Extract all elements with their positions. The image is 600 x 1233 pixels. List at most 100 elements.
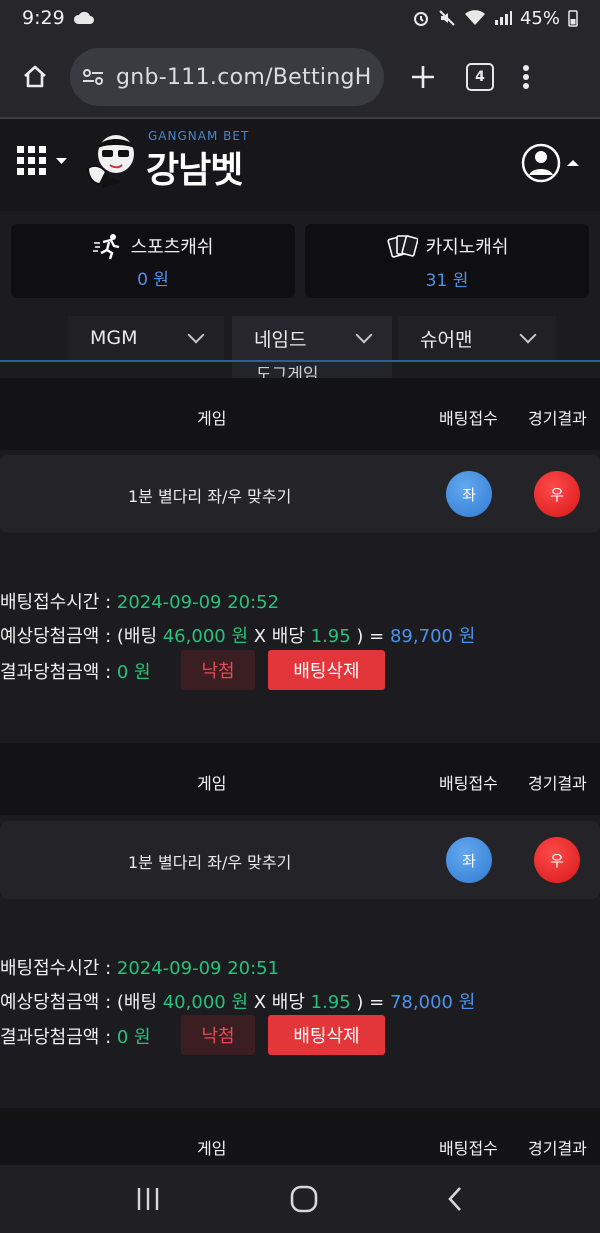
battery-percent: 45% (519, 7, 560, 29)
bet-pick-left[interactable]: 좌 (446, 471, 492, 517)
home-button[interactable] (0, 63, 70, 91)
home-icon (24, 65, 46, 88)
filter-label: MGM (90, 327, 138, 349)
browser-menu-button[interactable] (494, 64, 558, 90)
runner-icon (92, 233, 119, 259)
cloud-icon (73, 11, 94, 24)
bet-amount: 40,000 원 (162, 992, 248, 1013)
result-payout-line: 결과당첨금액 : 0 원 (0, 1023, 151, 1049)
bet-time-label: 배팅접수시간 : (0, 958, 117, 979)
delete-bet-button[interactable]: 배팅삭제 (268, 650, 385, 690)
dropdown-option-peek[interactable]: 도그게임 (232, 362, 392, 378)
sports-cash-card[interactable]: 스포츠캐쉬 0 원 (11, 224, 295, 298)
casino-cash-card[interactable]: 카지노캐쉬 31 원 (305, 224, 589, 298)
game-name: 1분 별다리 좌/우 맞추기 (128, 487, 292, 506)
payout-value: 89,700 원 (389, 626, 476, 647)
filter-select-named[interactable]: 네임드 (232, 316, 392, 360)
game-row: 1분 별다리 좌/우 맞추기 좌 우 (0, 455, 600, 533)
user-account-button[interactable] (520, 142, 582, 188)
result-label: 결과당첨금액 : (0, 662, 117, 683)
expected-label: 예상당첨금액 : (배팅 (0, 992, 163, 1013)
back-icon[interactable] (446, 1185, 466, 1213)
expected-payout-line: 예상당첨금액 : (배팅 40,000 원 X 배당 1.95 ) = 78,0… (0, 988, 475, 1014)
filter-select-sureman[interactable]: 슈어맨 (398, 316, 556, 360)
odds-value: 1.95 (310, 626, 351, 647)
mute-icon (439, 10, 455, 26)
expected-label: 예상당첨금액 : (배팅 (0, 626, 163, 647)
header-result: 경기결과 (528, 774, 587, 793)
payout-value: 78,000 원 (389, 992, 476, 1013)
lose-status-badge: 낙첨 (181, 1015, 255, 1055)
result-value: 0 원 (116, 662, 151, 683)
result-right: 우 (534, 837, 580, 883)
home-circle-icon[interactable] (289, 1184, 319, 1214)
alarm-icon (413, 12, 428, 26)
bet-time-value: 2024-09-09 20:52 (116, 592, 280, 613)
odds-label: X 배당 (248, 992, 311, 1013)
grid-menu-icon (17, 146, 67, 175)
header-game: 게임 (197, 409, 227, 428)
result-payout-line: 결과당첨금액 : 0 원 (0, 658, 151, 684)
chevron-down-icon (187, 326, 205, 344)
bet-time-line: 배팅접수시간 : 2024-09-09 20:51 (0, 954, 279, 980)
header-result: 경기결과 (528, 409, 587, 428)
filter-bar: MGM 네임드 슈어맨 (0, 316, 600, 362)
playing-cards-icon (387, 234, 418, 258)
mascot-icon (86, 135, 134, 188)
site-logo[interactable] (84, 130, 144, 190)
header-betting: 배팅접수 (439, 774, 498, 793)
chevron-down-icon (519, 326, 537, 344)
expected-payout-line: 예상당첨금액 : (배팅 46,000 원 X 배당 1.95 ) = 89,7… (0, 622, 475, 648)
odds-label: X 배당 (248, 626, 311, 647)
header-result: 경기결과 (528, 1139, 587, 1158)
sports-cash-label: 스포츠캐쉬 (130, 236, 214, 258)
result-value: 0 원 (116, 1027, 151, 1048)
plus-icon (412, 66, 434, 88)
header-betting: 배팅접수 (439, 409, 498, 428)
casino-cash-title: 카지노캐쉬 (386, 232, 509, 260)
new-tab-button[interactable] (384, 64, 462, 90)
sports-cash-value: 0 원 (137, 269, 169, 290)
signal-icon (494, 11, 512, 25)
lose-status-badge: 낙첨 (181, 650, 255, 690)
recent-apps-icon[interactable] (134, 1186, 162, 1212)
result-label: 결과당첨금액 : (0, 1027, 117, 1048)
delete-bet-button[interactable]: 배팅삭제 (268, 1015, 385, 1055)
bet-pick-left[interactable]: 좌 (446, 837, 492, 883)
filter-select-mgm[interactable]: MGM (68, 316, 224, 360)
menu-grid-button[interactable] (17, 146, 69, 182)
filter-label: 네임드 (254, 328, 307, 351)
chevron-down-icon (355, 326, 373, 344)
browser-toolbar: gnb-111.com/BettingH 4 (0, 36, 600, 118)
sports-cash-title: 스포츠캐쉬 (92, 233, 214, 259)
bet-table-header: 게임 배팅접수 경기결과 (0, 378, 600, 450)
header-game: 게임 (197, 1139, 227, 1158)
bet-table-header: 게임 배팅접수 경기결과 (0, 743, 600, 815)
equals-label: ) = (350, 626, 390, 647)
game-name: 1분 별다리 좌/우 맞추기 (128, 853, 292, 872)
bet-time-line: 배팅접수시간 : 2024-09-09 20:52 (0, 588, 279, 614)
bet-time-value: 2024-09-09 20:51 (116, 958, 280, 979)
odds-value: 1.95 (310, 992, 351, 1013)
status-bar: 9:29 45% (0, 0, 600, 36)
bet-amount: 46,000 원 (162, 626, 248, 647)
casino-cash-label: 카지노캐쉬 (425, 236, 509, 258)
header-betting: 배팅접수 (439, 1139, 498, 1158)
logo-title: 강남벳 (146, 150, 243, 191)
address-bar[interactable]: gnb-111.com/BettingH (70, 48, 384, 106)
system-nav-bar (0, 1165, 600, 1233)
more-vert-icon (523, 65, 529, 89)
clock: 9:29 (22, 7, 65, 29)
equals-label: ) = (350, 992, 390, 1013)
user-icon (521, 143, 579, 183)
filter-label: 슈어맨 (420, 328, 473, 351)
header-game: 게임 (197, 774, 227, 793)
bet-table-header: 게임 배팅접수 경기결과 (0, 1108, 600, 1165)
battery-icon (568, 10, 578, 27)
site-settings-icon[interactable] (82, 68, 104, 86)
url-text: gnb-111.com/BettingH (116, 64, 372, 90)
casino-cash-value: 31 원 (425, 270, 469, 291)
result-right: 우 (534, 471, 580, 517)
tab-switcher-button[interactable]: 4 (466, 63, 494, 91)
cash-balance-row: 스포츠캐쉬 0 원 카지노캐쉬 31 원 (11, 224, 589, 298)
